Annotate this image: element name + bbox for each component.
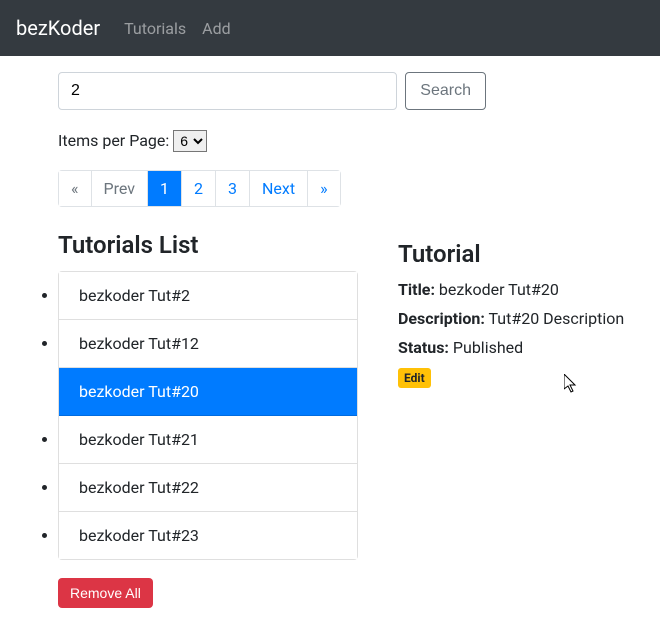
- pagination: «Prev123Next»: [58, 170, 358, 207]
- page-first[interactable]: «: [58, 170, 92, 207]
- detail-desc-value: Tut#20 Description: [489, 309, 625, 328]
- list-item[interactable]: bezkoder Tut#21: [59, 416, 357, 464]
- items-per-page: Items per Page: 369: [58, 130, 358, 152]
- items-per-page-label: Items per Page:: [58, 131, 169, 150]
- items-per-page-select[interactable]: 369: [173, 130, 207, 152]
- page-3[interactable]: 3: [215, 170, 250, 207]
- navbar: bezKoder Tutorials Add: [0, 0, 660, 56]
- list-item[interactable]: bezkoder Tut#23: [59, 512, 357, 559]
- detail-desc-row: Description: Tut#20 Description: [398, 309, 638, 328]
- page-2[interactable]: 2: [181, 170, 216, 207]
- nav-tutorials[interactable]: Tutorials: [116, 11, 194, 46]
- page-prev[interactable]: Prev: [91, 170, 149, 207]
- detail-desc-label: Description:: [398, 309, 485, 328]
- list-item[interactable]: bezkoder Tut#20: [59, 368, 357, 416]
- detail-heading: Tutorial: [398, 240, 638, 268]
- page-next[interactable]: Next: [249, 170, 308, 207]
- tutorials-list: bezkoder Tut#2bezkoder Tut#12bezkoder Tu…: [58, 271, 358, 560]
- search-input[interactable]: [58, 72, 397, 110]
- detail-title-label: Title:: [398, 280, 435, 299]
- nav-add[interactable]: Add: [194, 11, 238, 46]
- page-last[interactable]: »: [307, 170, 341, 207]
- list-item[interactable]: bezkoder Tut#22: [59, 464, 357, 512]
- edit-button[interactable]: Edit: [398, 368, 431, 388]
- detail-status-label: Status:: [398, 338, 449, 357]
- list-item[interactable]: bezkoder Tut#2: [59, 272, 357, 320]
- remove-all-button[interactable]: Remove All: [58, 578, 153, 608]
- list-heading: Tutorials List: [58, 231, 358, 259]
- brand-link[interactable]: bezKoder: [16, 16, 100, 40]
- detail-title-row: Title: bezkoder Tut#20: [398, 280, 638, 299]
- detail-status-row: Status: Published: [398, 338, 638, 357]
- list-item[interactable]: bezkoder Tut#12: [59, 320, 357, 368]
- detail-status-value: Published: [453, 338, 523, 357]
- page-1[interactable]: 1: [147, 170, 182, 207]
- detail-title-value: bezkoder Tut#20: [439, 280, 559, 299]
